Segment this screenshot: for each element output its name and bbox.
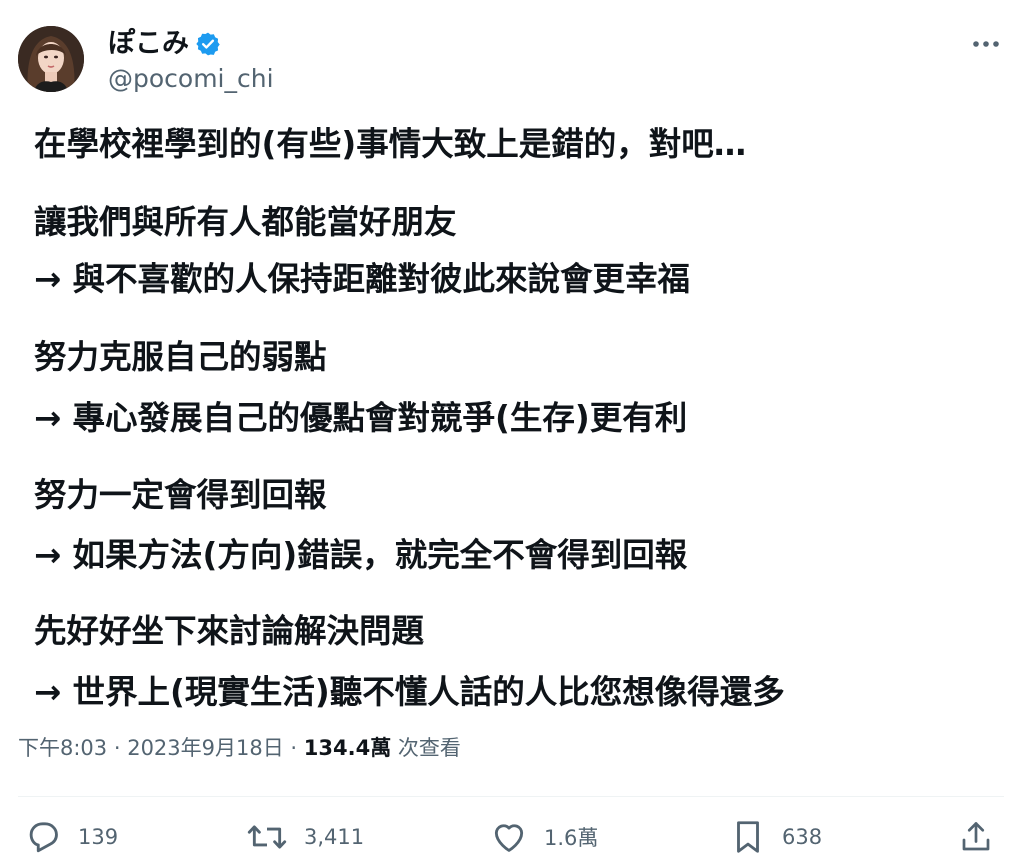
bookmark-count: 638 xyxy=(782,825,823,849)
meta-separator: · xyxy=(283,736,304,760)
share-button[interactable] xyxy=(958,810,994,864)
verified-badge-icon xyxy=(195,31,221,57)
tweet-time[interactable]: 下午8:03 xyxy=(18,736,107,760)
action-bar: 139 3,411 1.6萬 638 xyxy=(0,810,1024,864)
tweet-line: → 專心發展自己的優點會對競爭(生存)更有利 xyxy=(34,399,688,437)
tweet-line: → 世界上(現實生活)聽不懂人話的人比您想像得還多 xyxy=(34,673,785,711)
avatar[interactable] xyxy=(18,26,84,92)
tweet-line: → 與不喜歡的人保持距離對彼此來說會更幸福 xyxy=(34,260,691,298)
author-handle[interactable]: @pocomi_chi xyxy=(108,64,274,94)
tweet-header: ぽこみ @pocomi_chi xyxy=(0,0,1024,110)
like-button[interactable]: 1.6萬 xyxy=(490,810,598,864)
like-count: 1.6萬 xyxy=(544,826,599,850)
more-dots-icon[interactable] xyxy=(968,30,1004,58)
tweet-line: 努力一定會得到回報 xyxy=(34,476,327,514)
tweet-line: 先好好坐下來討論解決問題 xyxy=(34,612,425,650)
reply-button[interactable]: 139 xyxy=(24,810,118,864)
tweet-line: → 如果方法(方向)錯誤，就完全不會得到回報 xyxy=(34,536,688,574)
view-count: 134.4萬 xyxy=(303,736,392,760)
reply-count: 139 xyxy=(78,825,119,849)
share-icon xyxy=(958,818,994,856)
tweet-line: 讓我們與所有人都能當好朋友 xyxy=(34,203,457,241)
bookmark-icon xyxy=(730,818,766,856)
divider xyxy=(18,796,1004,797)
view-count-label: 次查看 xyxy=(391,736,461,760)
repost-button[interactable]: 3,411 xyxy=(246,810,364,864)
tweet-date[interactable]: 2023年9月18日 xyxy=(127,736,284,760)
heart-icon xyxy=(490,818,528,856)
reply-icon xyxy=(24,818,62,856)
tweet-line: 在學校裡學到的(有些)事情大致上是錯的，對吧… xyxy=(34,125,747,163)
avatar-image xyxy=(18,26,84,92)
bookmark-button[interactable]: 638 xyxy=(730,810,822,864)
tweet-meta: 下午8:03 · 2023年9月18日 · 134.4萬 次查看 xyxy=(18,732,461,764)
author-display-name[interactable]: ぽこみ xyxy=(108,28,221,60)
tweet-line: 努力克服自己的弱點 xyxy=(34,338,327,376)
repost-count: 3,411 xyxy=(304,825,365,849)
meta-separator: · xyxy=(107,736,128,760)
author-name-text: ぽこみ xyxy=(108,28,189,59)
repost-icon xyxy=(246,818,288,856)
